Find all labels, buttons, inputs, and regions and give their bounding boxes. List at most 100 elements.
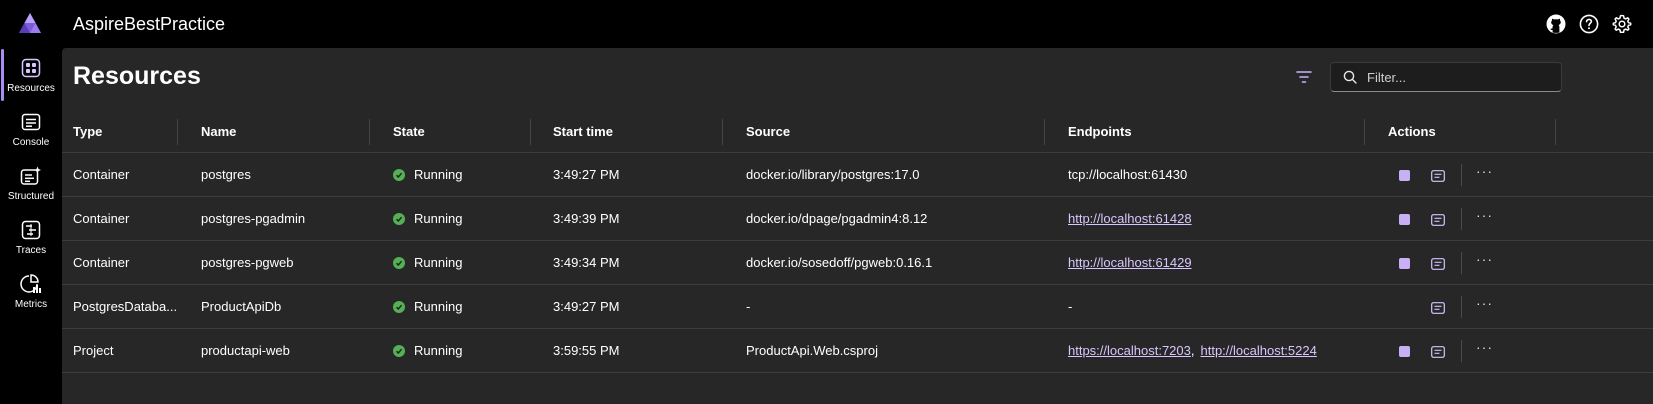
- running-check-icon: [393, 344, 405, 357]
- help-icon[interactable]: [1578, 13, 1600, 35]
- resource-source: -: [746, 299, 751, 314]
- resource-state: Running: [393, 241, 533, 284]
- resource-state: Running: [393, 285, 533, 328]
- filter-button[interactable]: [1291, 64, 1317, 90]
- start-time: 3:59:55 PM: [553, 343, 620, 358]
- column-header-endpoints[interactable]: Endpoints: [1068, 110, 1368, 152]
- start-time: 3:49:34 PM: [553, 255, 620, 270]
- more-actions-button[interactable]: ···: [1476, 207, 1494, 227]
- console-logs-button[interactable]: [1431, 345, 1445, 358]
- grid-header-row: Type Name State Start time Source Endpoi…: [62, 110, 1653, 153]
- stop-button[interactable]: [1399, 346, 1410, 357]
- endpoint-link[interactable]: http://localhost:5224: [1200, 343, 1316, 358]
- resource-name[interactable]: postgres: [201, 153, 361, 196]
- column-header-type[interactable]: Type: [73, 110, 183, 152]
- resource-type: PostgresDataba...: [73, 299, 178, 314]
- main-panel: Resources Type Name State Start time Sou…: [62, 48, 1653, 404]
- table-row[interactable]: Container postgres-pgadmin Running 3:49:…: [62, 197, 1653, 241]
- resource-type: Container: [73, 255, 130, 270]
- resource-name[interactable]: productapi-web: [201, 329, 361, 372]
- filter-icon: [1296, 71, 1312, 83]
- resource-name[interactable]: postgres-pgweb: [201, 241, 361, 284]
- nav-item-structured[interactable]: Structured: [0, 156, 62, 210]
- endpoint-text: tcp://localhost:61430: [1068, 167, 1188, 182]
- console-icon: [19, 111, 43, 133]
- start-time: 3:49:27 PM: [553, 167, 620, 182]
- state-label: Running: [414, 255, 463, 270]
- state-label: Running: [414, 299, 463, 314]
- endpoint-link[interactable]: https://localhost:7203: [1068, 343, 1191, 358]
- resource-type: Container: [73, 211, 130, 226]
- nav-item-metrics[interactable]: Metrics: [0, 264, 62, 318]
- resource-source: docker.io/dpage/pgadmin4:8.12: [746, 211, 928, 226]
- logs-icon: [1431, 214, 1445, 226]
- console-logs-button[interactable]: [1431, 213, 1445, 226]
- top-bar: AspireBestPractice: [0, 0, 1653, 48]
- start-time: 3:49:39 PM: [553, 211, 620, 226]
- console-logs-button[interactable]: [1431, 257, 1445, 270]
- metrics-icon: [19, 273, 43, 295]
- resource-state: Running: [393, 197, 533, 240]
- nav-label: Resources: [7, 83, 55, 94]
- state-label: Running: [414, 167, 463, 182]
- endpoint-separator: ,: [1190, 343, 1195, 358]
- column-header-source[interactable]: Source: [746, 110, 1036, 152]
- structured-icon: [19, 165, 43, 187]
- page-title: Resources: [73, 62, 201, 90]
- more-actions-button[interactable]: ···: [1476, 339, 1494, 359]
- resource-name[interactable]: ProductApiDb: [201, 285, 361, 328]
- nav-item-traces[interactable]: Traces: [0, 210, 62, 264]
- nav-item-resources[interactable]: Resources: [0, 48, 62, 102]
- table-row[interactable]: PostgresDataba... ProductApiDb Running 3…: [62, 285, 1653, 329]
- more-actions-button[interactable]: ···: [1476, 251, 1494, 271]
- nav-label: Metrics: [14, 299, 48, 310]
- more-actions-button[interactable]: ···: [1476, 295, 1494, 315]
- column-header-actions: Actions: [1388, 123, 1436, 139]
- column-header-name[interactable]: Name: [201, 110, 361, 152]
- column-header-start-time[interactable]: Start time: [553, 110, 713, 152]
- stop-button[interactable]: [1399, 214, 1410, 225]
- traces-icon: [19, 219, 43, 241]
- running-check-icon: [393, 212, 405, 225]
- table-row[interactable]: Project productapi-web Running 3:59:55 P…: [62, 329, 1653, 373]
- nav-label: Console: [12, 137, 50, 148]
- settings-icon[interactable]: [1611, 13, 1633, 35]
- nav-item-console[interactable]: Console: [0, 102, 62, 156]
- resource-endpoints: tcp://localhost:61430: [1068, 153, 1368, 196]
- left-nav: Resources Console Structured Traces Metr…: [0, 48, 62, 404]
- start-time: 3:49:27 PM: [553, 299, 620, 314]
- running-check-icon: [393, 256, 405, 269]
- logs-icon: [1431, 302, 1445, 314]
- resource-name[interactable]: postgres-pgadmin: [201, 197, 361, 240]
- search-input[interactable]: [1367, 69, 1557, 85]
- state-label: Running: [414, 343, 463, 358]
- logs-icon: [1431, 170, 1445, 182]
- console-logs-button[interactable]: [1431, 301, 1445, 314]
- resource-type: Project: [73, 343, 114, 358]
- resource-source: docker.io/library/postgres:17.0: [746, 167, 920, 182]
- running-check-icon: [393, 300, 405, 313]
- github-icon[interactable]: [1545, 13, 1567, 35]
- logs-icon: [1431, 258, 1445, 270]
- nav-label: Structured: [7, 191, 55, 202]
- search-icon: [1343, 70, 1357, 84]
- endpoint-link[interactable]: http://localhost:61428: [1068, 211, 1192, 226]
- aspire-logo-icon[interactable]: [18, 12, 42, 36]
- table-row[interactable]: Container postgres-pgweb Running 3:49:34…: [62, 241, 1653, 285]
- nav-label: Traces: [15, 245, 47, 256]
- console-logs-button[interactable]: [1431, 169, 1445, 182]
- resource-type: Container: [73, 167, 130, 182]
- endpoint-link[interactable]: http://localhost:61429: [1068, 255, 1192, 270]
- stop-button[interactable]: [1399, 170, 1410, 181]
- resource-endpoints: https://localhost:7203, http://localhost:…: [1068, 329, 1368, 372]
- more-actions-button[interactable]: ···: [1476, 163, 1494, 183]
- column-header-state[interactable]: State: [393, 110, 533, 152]
- resource-state: Running: [393, 329, 533, 372]
- resource-endpoints: http://localhost:61429: [1068, 241, 1368, 284]
- search-field[interactable]: [1330, 62, 1562, 92]
- table-row[interactable]: Container postgres Running 3:49:27 PM do…: [62, 153, 1653, 197]
- logs-icon: [1431, 346, 1445, 358]
- app-title[interactable]: AspireBestPractice: [73, 14, 225, 35]
- resource-endpoints: -: [1068, 285, 1368, 328]
- stop-button[interactable]: [1399, 258, 1410, 269]
